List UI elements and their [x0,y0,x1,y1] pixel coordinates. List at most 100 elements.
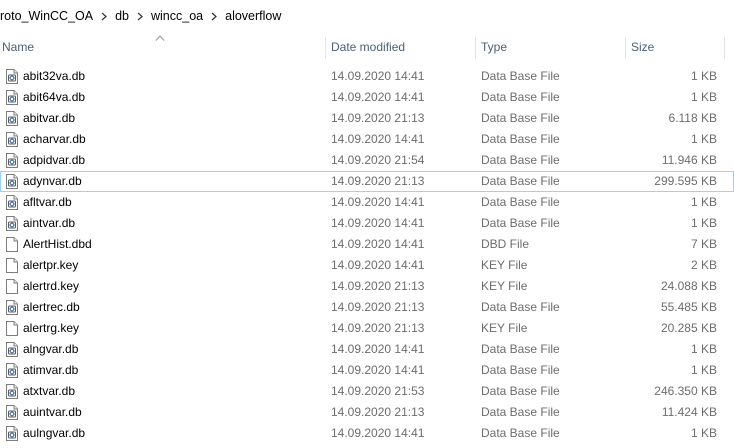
file-type: Data Base File [481,111,560,125]
file-date-modified: 14.09.2020 14:41 [331,69,425,83]
file-type: Data Base File [481,216,560,230]
chevron-right-icon[interactable] [97,12,111,21]
file-type: Data Base File [481,384,560,398]
file-date-modified: 14.09.2020 14:41 [331,90,425,104]
chevron-right-icon[interactable] [207,12,221,21]
file-row[interactable]: afltvar.db 14.09.2020 14:41 Data Base Fi… [0,192,734,213]
file-type: KEY File [481,258,528,272]
file-date-modified: 14.09.2020 14:41 [331,426,425,440]
file-name: adynvar.db [23,174,82,188]
file-name: atxtvar.db [23,384,76,398]
file-row[interactable]: alertrg.key 14.09.2020 21:13 KEY File 20… [0,318,734,339]
file-row[interactable]: atxtvar.db 14.09.2020 21:53 Data Base Fi… [0,381,734,402]
file-name: alertrd.key [23,279,80,293]
column-divider[interactable] [475,37,476,59]
file-name: afltvar.db [23,195,72,209]
file-type: Data Base File [481,90,560,104]
file-row[interactable]: alngvar.db 14.09.2020 14:41 Data Base Fi… [0,339,734,360]
database-file-icon [6,426,18,441]
column-header-date[interactable]: Date modified [331,34,471,60]
file-size: 1 KB [690,90,717,104]
column-header-name[interactable]: Name [2,34,322,60]
file-row[interactable]: alertrec.db 14.09.2020 21:13 Data Base F… [0,297,734,318]
column-header-row: Name Date modified Type Size [0,34,734,60]
file-row[interactable]: auintvar.db 14.09.2020 21:13 Data Base F… [0,402,734,423]
file-date-modified: 14.09.2020 21:13 [331,321,425,335]
file-size: 1 KB [690,342,717,356]
file-row[interactable]: aulngvar.db 14.09.2020 14:41 Data Base F… [0,423,734,444]
file-size: 1 KB [690,363,717,377]
file-date-modified: 14.09.2020 21:13 [331,300,425,314]
file-size: 11.946 KB [661,153,717,167]
file-name: auintvar.db [23,405,82,419]
file-date-modified: 14.09.2020 14:41 [331,216,425,230]
file-date-modified: 14.09.2020 21:13 [331,111,425,125]
file-type: Data Base File [481,426,560,440]
file-size: 1 KB [690,216,717,230]
file-date-modified: 14.09.2020 21:13 [331,405,425,419]
database-file-icon [6,132,18,147]
file-row[interactable]: acharvar.db 14.09.2020 14:41 Data Base F… [0,129,734,150]
file-name: aulngvar.db [23,426,86,440]
file-date-modified: 14.09.2020 14:41 [331,195,425,209]
file-size: 1 KB [690,426,717,440]
file-date-modified: 14.09.2020 14:41 [331,258,425,272]
file-type: Data Base File [481,405,560,419]
breadcrumb-item-wincc-oa[interactable]: wincc_oa [147,9,207,23]
database-file-icon [6,384,18,399]
column-divider[interactable] [625,37,626,59]
file-size: 1 KB [690,69,717,83]
file-row[interactable]: aintvar.db 14.09.2020 14:41 Data Base Fi… [0,213,734,234]
file-date-modified: 14.09.2020 14:41 [331,342,425,356]
file-row[interactable]: AlertHist.dbd 14.09.2020 14:41 DBD File … [0,234,734,255]
file-row[interactable]: alertpr.key 14.09.2020 14:41 KEY File 2 … [0,255,734,276]
file-size: 24.088 KB [660,279,717,293]
file-type: Data Base File [481,195,560,209]
file-type: Data Base File [481,300,560,314]
file-name: acharvar.db [23,132,86,146]
database-file-icon [6,300,18,315]
file-type: Data Base File [481,132,560,146]
file-row[interactable]: abit64va.db 14.09.2020 14:41 Data Base F… [0,87,734,108]
breadcrumb-item-aloverflow[interactable]: aloverflow [221,9,285,23]
file-date-modified: 14.09.2020 14:41 [331,132,425,146]
file-type: Data Base File [481,342,560,356]
file-name: abit64va.db [23,90,86,104]
column-header-type[interactable]: Type [481,34,621,60]
database-file-icon [6,90,18,105]
file-name: abit32va.db [23,69,86,83]
file-type: KEY File [481,321,528,335]
file-list: abit32va.db 14.09.2020 14:41 Data Base F… [0,66,734,444]
breadcrumb-item-db[interactable]: db [111,9,133,23]
file-row[interactable]: atimvar.db 14.09.2020 14:41 Data Base Fi… [0,360,734,381]
file-row[interactable]: alertrd.key 14.09.2020 21:13 KEY File 24… [0,276,734,297]
file-size: 11.424 KB [661,405,717,419]
file-name: alngvar.db [23,342,79,356]
file-type: Data Base File [481,174,560,188]
column-header-size[interactable]: Size [631,34,721,60]
database-file-icon [6,342,18,357]
database-file-icon [6,405,18,420]
file-row[interactable]: abit32va.db 14.09.2020 14:41 Data Base F… [0,66,734,87]
file-size: 299.595 KB [654,174,717,188]
file-row[interactable]: adpidvar.db 14.09.2020 21:54 Data Base F… [0,150,734,171]
chevron-right-icon[interactable] [133,12,147,21]
file-row[interactable]: abitvar.db 14.09.2020 21:13 Data Base Fi… [0,108,734,129]
database-file-icon [6,153,18,168]
file-type: Data Base File [481,69,560,83]
database-file-icon [6,216,18,231]
file-size: 2 KB [690,258,717,272]
file-size: 20.285 KB [660,321,717,335]
address-breadcrumb: roto_WinCC_OA db wincc_oa aloverflow [0,0,734,32]
breadcrumb-item-root[interactable]: roto_WinCC_OA [0,9,97,23]
file-size: 6.118 KB [668,111,717,125]
file-name: adpidvar.db [23,153,86,167]
column-divider[interactable] [724,37,725,59]
file-date-modified: 14.09.2020 14:41 [331,237,425,251]
file-size: 1 KB [690,195,717,209]
file-type: Data Base File [481,153,560,167]
column-divider[interactable] [325,37,326,59]
file-row[interactable]: adynvar.db 14.09.2020 21:13 Data Base Fi… [0,171,734,192]
file-date-modified: 14.09.2020 21:13 [331,279,425,293]
file-date-modified: 14.09.2020 21:54 [331,153,425,167]
